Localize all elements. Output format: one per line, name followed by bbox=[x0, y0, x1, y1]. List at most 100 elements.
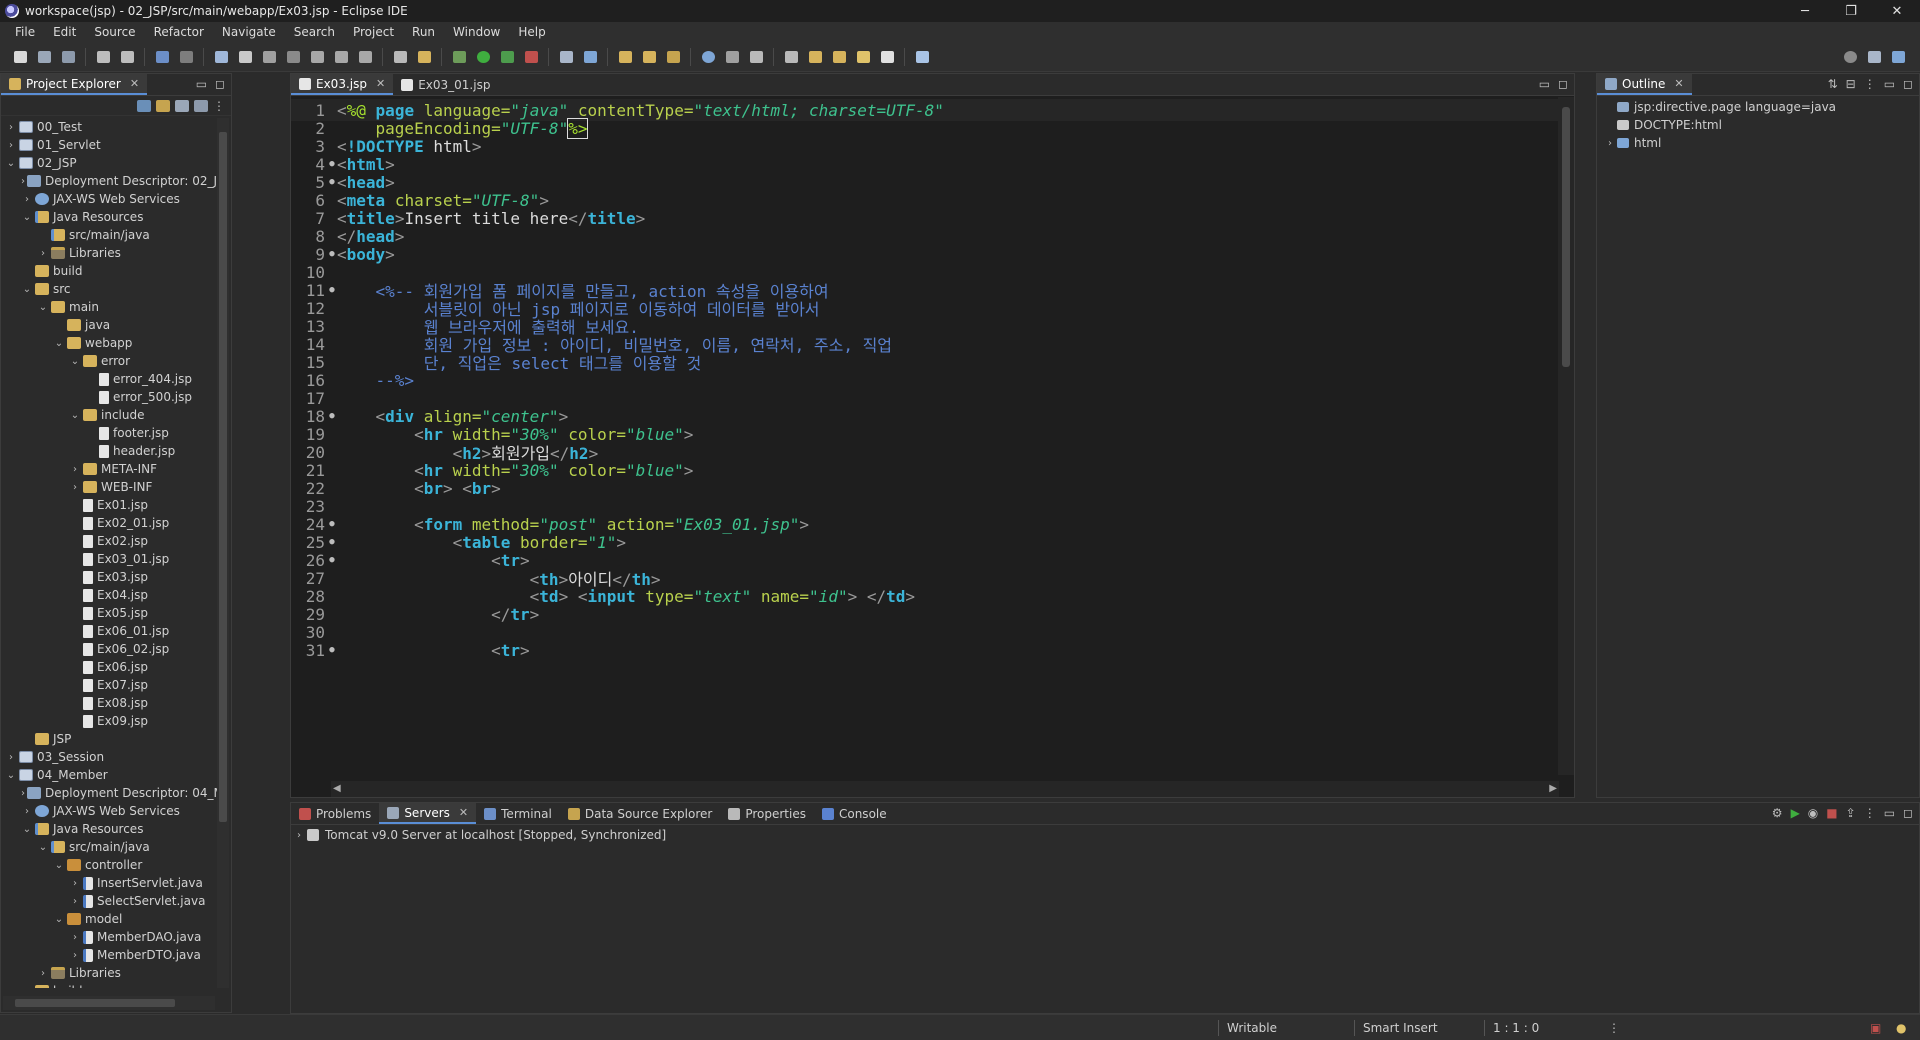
tab-outline[interactable]: Outline ✕ bbox=[1597, 74, 1692, 95]
fold-marker-icon[interactable]: ● bbox=[327, 519, 337, 529]
menu-file[interactable]: File bbox=[6, 22, 44, 42]
chevron-down-icon[interactable]: ⌄ bbox=[69, 410, 81, 421]
tree-item[interactable]: › SelectServlet.java bbox=[1, 892, 217, 910]
chevron-right-icon[interactable]: › bbox=[69, 878, 81, 889]
filter-icon[interactable] bbox=[175, 99, 189, 112]
fold-marker-icon[interactable]: ● bbox=[327, 285, 337, 295]
expand-icon[interactable]: › bbox=[1603, 138, 1617, 149]
java-ee-perspective-icon[interactable] bbox=[1889, 48, 1907, 66]
maximize-view-icon[interactable]: ◻ bbox=[1558, 77, 1568, 91]
search-icon[interactable] bbox=[1841, 48, 1859, 66]
next-annotation-icon[interactable] bbox=[830, 48, 848, 66]
fold-marker-icon[interactable]: ● bbox=[327, 555, 337, 565]
tab-terminal[interactable]: Terminal bbox=[476, 803, 560, 824]
run-icon[interactable] bbox=[474, 48, 492, 66]
new-icon[interactable] bbox=[11, 48, 29, 66]
tree-item[interactable]: error_500.jsp bbox=[1, 388, 217, 406]
tree-item[interactable]: ⌄ error bbox=[1, 352, 217, 370]
prev-annotation-icon[interactable] bbox=[806, 48, 824, 66]
chevron-down-icon[interactable]: ⌄ bbox=[69, 356, 81, 367]
open-folder-icon[interactable] bbox=[616, 48, 634, 66]
scroll-right-icon[interactable]: ▶ bbox=[1549, 781, 1557, 797]
tab-ex03-01-jsp[interactable]: Ex03_01.jsp bbox=[393, 74, 498, 95]
view-menu-icon[interactable]: ⋮ bbox=[213, 99, 225, 113]
status-menu-icon[interactable]: ⋮ bbox=[1600, 1020, 1620, 1036]
fold-marker-icon[interactable]: ● bbox=[327, 249, 337, 259]
tree-item[interactable]: › 00_Test bbox=[1, 118, 217, 136]
chevron-right-icon[interactable]: › bbox=[21, 194, 33, 205]
tree-item[interactable]: › Deployment Descriptor: 04_Member bbox=[1, 784, 217, 802]
tab-properties[interactable]: Properties bbox=[720, 803, 814, 824]
code-line[interactable]: 31 ● <tr> bbox=[291, 639, 1559, 661]
tree-item[interactable]: ⌄ 04_Member bbox=[1, 766, 217, 784]
view-menu-icon[interactable]: ⋮ bbox=[1864, 77, 1876, 91]
tree-item[interactable]: Ex06_01.jsp bbox=[1, 622, 217, 640]
tree-item[interactable]: src/main/java bbox=[1, 226, 217, 244]
chevron-right-icon[interactable]: › bbox=[21, 806, 33, 817]
fold-marker-icon[interactable]: ● bbox=[327, 645, 337, 655]
debug-icon[interactable] bbox=[450, 48, 468, 66]
tree-item[interactable]: Ex01.jsp bbox=[1, 496, 217, 514]
save-all-icon[interactable] bbox=[59, 48, 77, 66]
tree-item[interactable]: Ex06.jsp bbox=[1, 658, 217, 676]
tree-item[interactable]: ⌄ main bbox=[1, 298, 217, 316]
publish-icon[interactable]: ⇪ bbox=[1846, 806, 1856, 820]
chevron-down-icon[interactable]: ⌄ bbox=[5, 770, 17, 781]
tree-item[interactable]: error_404.jsp bbox=[1, 370, 217, 388]
fold-marker-icon[interactable]: ● bbox=[327, 537, 337, 547]
minimize-view-icon[interactable]: ▭ bbox=[1884, 77, 1895, 91]
search-file-icon[interactable] bbox=[723, 48, 741, 66]
editor-vertical-scrollbar[interactable] bbox=[1558, 97, 1574, 775]
step-into-icon[interactable] bbox=[308, 48, 326, 66]
chevron-down-icon[interactable]: ⌄ bbox=[21, 284, 33, 295]
back-icon[interactable] bbox=[854, 48, 872, 66]
tree-item[interactable]: JSP bbox=[1, 730, 217, 748]
external-tools-icon[interactable] bbox=[522, 48, 540, 66]
chevron-down-icon[interactable]: ⌄ bbox=[37, 842, 49, 853]
menu-run[interactable]: Run bbox=[403, 22, 444, 42]
tree-item[interactable]: build bbox=[1, 262, 217, 280]
disconnect-icon[interactable] bbox=[284, 48, 302, 66]
tree-item[interactable]: ⌄ include bbox=[1, 406, 217, 424]
pin-editor-icon[interactable] bbox=[913, 48, 931, 66]
menu-project[interactable]: Project bbox=[344, 22, 403, 42]
resume-icon[interactable] bbox=[212, 48, 230, 66]
code-editor[interactable]: 1 <%@ page language="java" contentType="t… bbox=[291, 97, 1559, 775]
tree-item[interactable]: footer.jsp bbox=[1, 424, 217, 442]
forward-icon[interactable] bbox=[878, 48, 896, 66]
fold-marker-icon[interactable]: ● bbox=[327, 177, 337, 187]
terminal-icon[interactable] bbox=[153, 48, 171, 66]
tree-item[interactable]: ⌄ webapp bbox=[1, 334, 217, 352]
tree-item[interactable]: Ex08.jsp bbox=[1, 694, 217, 712]
tree-item[interactable]: › build bbox=[1, 982, 217, 988]
terminate-icon[interactable] bbox=[260, 48, 278, 66]
minimize-view-icon[interactable]: ▭ bbox=[196, 77, 207, 91]
maximize-view-icon[interactable]: ◻ bbox=[1903, 806, 1913, 820]
new-server-icon[interactable] bbox=[557, 48, 575, 66]
menu-search[interactable]: Search bbox=[285, 22, 344, 42]
maximize-view-icon[interactable]: ◻ bbox=[215, 77, 225, 91]
menu-edit[interactable]: Edit bbox=[44, 22, 85, 42]
pin-icon[interactable] bbox=[782, 48, 800, 66]
tree-item[interactable]: header.jsp bbox=[1, 442, 217, 460]
chevron-right-icon[interactable]: › bbox=[69, 464, 81, 475]
close-icon[interactable]: ✕ bbox=[376, 77, 385, 90]
outline-item[interactable]: › html bbox=[1603, 134, 1919, 152]
stop-server-icon[interactable]: ■ bbox=[1826, 806, 1837, 820]
chevron-down-icon[interactable]: ⌄ bbox=[37, 302, 49, 313]
close-window-button[interactable]: ✕ bbox=[1874, 0, 1920, 22]
tab-servers[interactable]: Servers ✕ bbox=[379, 803, 477, 824]
open-type-icon[interactable] bbox=[415, 48, 433, 66]
chevron-right-icon[interactable]: › bbox=[69, 896, 81, 907]
chevron-down-icon[interactable]: ⌄ bbox=[53, 914, 65, 925]
chevron-down-icon[interactable]: ⌄ bbox=[5, 158, 17, 169]
tree-item[interactable]: › Libraries bbox=[1, 964, 217, 982]
maximize-view-icon[interactable]: ◻ bbox=[1903, 77, 1913, 91]
web-browser-icon[interactable] bbox=[699, 48, 717, 66]
menu-refactor[interactable]: Refactor bbox=[145, 22, 213, 42]
chevron-down-icon[interactable]: ⌄ bbox=[53, 860, 65, 871]
focus-icon[interactable] bbox=[194, 99, 208, 112]
step-over-icon[interactable] bbox=[332, 48, 350, 66]
tree-item[interactable]: Ex05.jsp bbox=[1, 604, 217, 622]
tree-item[interactable]: › InsertServlet.java bbox=[1, 874, 217, 892]
